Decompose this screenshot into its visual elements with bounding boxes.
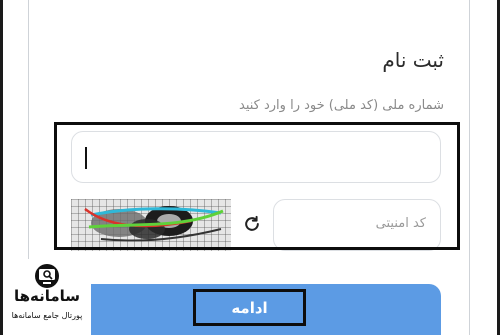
national-id-label: شماره ملی (کد ملی) خود را وارد کنید — [239, 98, 444, 113]
site-logo: سامانه‌ها پورتال جامع سامانه‌ها — [3, 259, 91, 335]
page-title: ثبت نام — [382, 48, 444, 72]
continue-button-highlight[interactable]: ادامه — [193, 289, 306, 326]
logo-tagline: پورتال جامع سامانه‌ها — [11, 311, 83, 320]
monitor-search-icon — [35, 264, 59, 288]
continue-button-label: ادامه — [231, 298, 268, 317]
logo-name: سامانه‌ها — [13, 287, 81, 305]
card-border-right — [469, 0, 470, 335]
input-section-highlight — [54, 122, 460, 250]
